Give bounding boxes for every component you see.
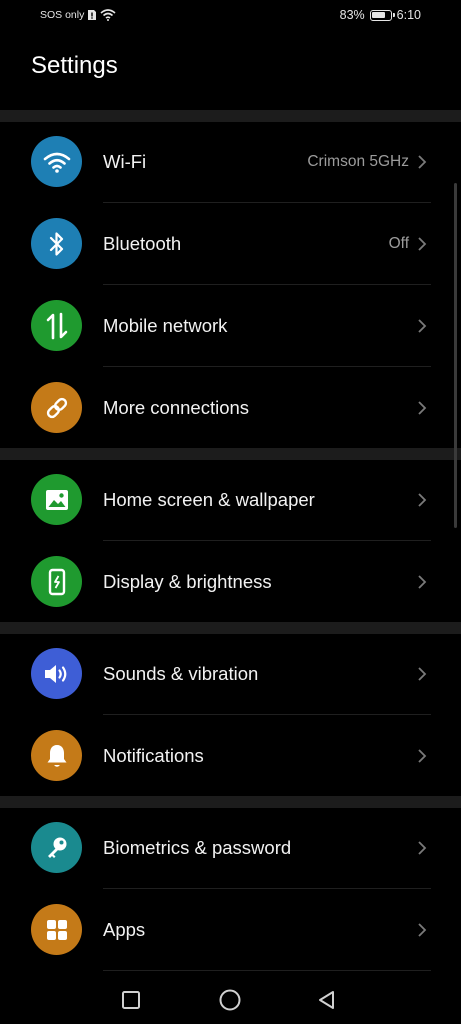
chevron-right-icon bbox=[418, 841, 427, 855]
wifi-network-name: Crimson 5GHz bbox=[307, 153, 409, 170]
chevron-right-icon bbox=[418, 667, 427, 681]
chevron-right-icon bbox=[418, 155, 427, 169]
mobile-data-icon bbox=[31, 300, 82, 351]
settings-item-display[interactable]: Display & brightness bbox=[0, 541, 461, 623]
wifi-icon bbox=[31, 136, 82, 187]
settings-item-label: Home screen & wallpaper bbox=[103, 489, 315, 510]
bluetooth-icon bbox=[31, 218, 82, 269]
settings-item-apps[interactable]: Apps bbox=[0, 889, 461, 971]
chevron-right-icon bbox=[418, 923, 427, 937]
settings-item-label: Biometrics & password bbox=[103, 837, 292, 858]
chevron-right-icon bbox=[418, 575, 427, 589]
page-title: Settings bbox=[31, 52, 118, 79]
battery-level bbox=[372, 12, 386, 18]
row-divider bbox=[103, 970, 431, 971]
speaker-icon bbox=[31, 648, 82, 699]
status-left: SOS only bbox=[40, 9, 116, 21]
recents-button[interactable] bbox=[117, 986, 145, 1014]
home-button[interactable] bbox=[216, 986, 244, 1014]
phone-brightness-icon bbox=[31, 556, 82, 607]
chevron-right-icon bbox=[418, 401, 427, 415]
settings-item-sounds[interactable]: Sounds & vibration bbox=[0, 633, 461, 715]
status-bar: SOS only 83% 6:10 bbox=[0, 0, 461, 34]
image-icon bbox=[31, 474, 82, 525]
chevron-right-icon bbox=[418, 319, 427, 333]
home-circle-icon bbox=[219, 989, 241, 1011]
chevron-right-icon bbox=[418, 749, 427, 763]
recents-square-icon bbox=[122, 991, 140, 1009]
settings-item-label: Display & brightness bbox=[103, 571, 272, 592]
sim-icon bbox=[88, 10, 97, 20]
status-right: 83% 6:10 bbox=[340, 8, 421, 22]
navigation-bar bbox=[0, 972, 461, 1024]
wifi-status-icon bbox=[100, 9, 116, 21]
settings-item-label: Apps bbox=[103, 919, 146, 940]
bluetooth-status: Off bbox=[388, 235, 409, 252]
carrier-text: SOS only bbox=[40, 9, 85, 21]
settings-item-label: More connections bbox=[103, 397, 250, 418]
settings-item-bluetooth[interactable]: Bluetooth Off bbox=[0, 203, 461, 285]
battery-icon bbox=[369, 9, 395, 21]
settings-item-wifi[interactable]: Wi-Fi Crimson 5GHz bbox=[0, 121, 461, 203]
settings-item-label: Mobile network bbox=[103, 315, 228, 336]
settings-item-label: Wi-Fi bbox=[103, 151, 147, 172]
back-triangle-icon bbox=[319, 991, 334, 1009]
chevron-right-icon bbox=[418, 493, 427, 507]
chevron-right-icon bbox=[418, 237, 427, 251]
scrollbar[interactable] bbox=[454, 183, 457, 528]
link-icon bbox=[31, 382, 82, 433]
settings-item-label: Sounds & vibration bbox=[103, 663, 259, 684]
bell-icon bbox=[31, 730, 82, 781]
settings-item-mobile-network[interactable]: Mobile network bbox=[0, 285, 461, 367]
settings-item-notifications[interactable]: Notifications bbox=[0, 715, 461, 797]
clock: 6:10 bbox=[396, 8, 421, 22]
settings-item-label: Notifications bbox=[103, 745, 204, 766]
key-icon bbox=[31, 822, 82, 873]
settings-item-more-connections[interactable]: More connections bbox=[0, 367, 461, 449]
battery-percent: 83% bbox=[339, 8, 365, 22]
settings-item-biometrics[interactable]: Biometrics & password bbox=[0, 807, 461, 889]
apps-grid-icon bbox=[31, 904, 82, 955]
settings-item-home-screen[interactable]: Home screen & wallpaper bbox=[0, 459, 461, 541]
settings-item-label: Bluetooth bbox=[103, 233, 182, 254]
back-button[interactable] bbox=[313, 986, 341, 1014]
